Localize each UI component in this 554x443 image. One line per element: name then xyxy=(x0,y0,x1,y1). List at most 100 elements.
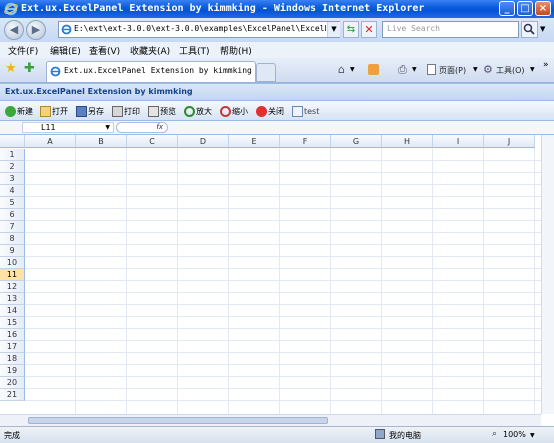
status-bar: 完成 我的电脑 ⌕ 100% ▼ xyxy=(0,426,554,443)
window-title: Ext.ux.ExcelPanel Extension by kimmking … xyxy=(21,3,425,14)
add-favorite-icon[interactable]: ✚ xyxy=(24,61,35,76)
forward-button[interactable]: ▶ xyxy=(26,20,46,40)
horizontal-scroll-thumb[interactable] xyxy=(28,417,328,424)
grid-row-line xyxy=(25,352,541,353)
formula-input[interactable]: fx xyxy=(116,122,168,133)
print-dropdown-icon[interactable]: ▼ xyxy=(412,66,417,73)
tab-excelpanel[interactable]: Ext.ux.ExcelPanel Extension by kimmking xyxy=(46,61,256,82)
new-icon xyxy=(5,105,16,117)
home-dropdown-icon[interactable]: ▼ xyxy=(350,66,355,73)
tab-row: ★ ✚ Ext.ux.ExcelPanel Extension by kimmk… xyxy=(0,58,554,83)
row-header[interactable]: 21 xyxy=(0,389,25,401)
favorites-star-icon[interactable]: ★ xyxy=(5,61,17,76)
tools-dropdown-icon[interactable]: ▼ xyxy=(530,66,535,73)
minimize-button[interactable]: _ xyxy=(499,1,515,16)
row-header[interactable]: 1 xyxy=(0,149,25,161)
row-header[interactable]: 4 xyxy=(0,185,25,197)
grid-row-line xyxy=(25,172,541,173)
row-header[interactable]: 12 xyxy=(0,281,25,293)
new-tab-button[interactable] xyxy=(256,63,276,82)
row-header[interactable]: 13 xyxy=(0,293,25,305)
row-header[interactable]: 9 xyxy=(0,245,25,257)
column-header[interactable]: J xyxy=(484,135,535,148)
row-header[interactable]: 10 xyxy=(0,257,25,269)
column-header[interactable]: B xyxy=(76,135,127,148)
row-header[interactable]: 14 xyxy=(0,305,25,317)
zoom-out-button[interactable]: 缩小 xyxy=(220,104,248,118)
tools-menu[interactable]: 工具(O) xyxy=(496,65,525,76)
search-button[interactable] xyxy=(521,21,538,38)
fx-icon: fx xyxy=(156,123,163,131)
back-button[interactable]: ◀ xyxy=(4,20,24,40)
row-header[interactable]: 20 xyxy=(0,377,25,389)
row-header[interactable]: 18 xyxy=(0,353,25,365)
close-panel-button[interactable]: 关闭 xyxy=(256,104,284,118)
address-field[interactable]: E:\ext\ext-3.0.0\ext-3.0.0\examples\Exce… xyxy=(58,21,340,38)
search-options-icon[interactable]: ▼ xyxy=(540,25,545,33)
row-header[interactable]: 17 xyxy=(0,341,25,353)
menu-favorites[interactable]: 收藏夹(A) xyxy=(130,44,170,57)
column-header[interactable]: C xyxy=(127,135,178,148)
row-header[interactable]: 16 xyxy=(0,329,25,341)
row-header[interactable]: 19 xyxy=(0,365,25,377)
menu-tools[interactable]: 工具(T) xyxy=(179,44,210,57)
page-dropdown-icon[interactable]: ▼ xyxy=(473,66,478,73)
menu-view[interactable]: 查看(V) xyxy=(89,44,120,57)
panel-header: Ext.ux.ExcelPanel Extension by kimmking xyxy=(0,83,554,101)
save-icon xyxy=(76,105,87,117)
menu-edit[interactable]: 编辑(E) xyxy=(50,44,81,57)
row-header[interactable]: 5 xyxy=(0,197,25,209)
close-label: 关闭 xyxy=(268,106,284,116)
open-button[interactable]: 打开 xyxy=(40,104,68,118)
column-header[interactable]: I xyxy=(433,135,484,148)
maximize-button[interactable]: □ xyxy=(517,1,533,16)
row-header[interactable]: 8 xyxy=(0,233,25,245)
row-header[interactable]: 2 xyxy=(0,161,25,173)
print-button[interactable]: 打印 xyxy=(112,104,140,118)
more-chevron-icon[interactable]: » xyxy=(543,60,549,70)
vertical-scrollbar[interactable] xyxy=(541,135,554,414)
row-header[interactable]: 3 xyxy=(0,173,25,185)
grid-column-line xyxy=(330,148,331,414)
window-icon xyxy=(292,105,303,117)
print-icon[interactable]: ⎙ xyxy=(398,63,407,77)
row-header[interactable]: 15 xyxy=(0,317,25,329)
feeds-icon[interactable] xyxy=(368,64,379,75)
zoom-dropdown-icon[interactable]: ▼ xyxy=(530,432,535,439)
save-as-button[interactable]: 另存 xyxy=(76,104,104,118)
select-all-corner[interactable] xyxy=(0,135,25,148)
home-icon[interactable]: ⌂ xyxy=(338,63,345,76)
grid-column-line xyxy=(432,148,433,414)
row-header[interactable]: 6 xyxy=(0,209,25,221)
row-header[interactable]: 11 xyxy=(0,269,25,281)
test-button[interactable]: test xyxy=(292,104,319,118)
column-header[interactable]: D xyxy=(178,135,229,148)
new-button[interactable]: 新建 xyxy=(5,104,33,118)
row-header[interactable]: 7 xyxy=(0,221,25,233)
menu-help[interactable]: 帮助(H) xyxy=(220,44,252,57)
column-header[interactable]: A xyxy=(25,135,76,148)
stop-icon[interactable]: ✕ xyxy=(361,21,377,38)
horizontal-scrollbar[interactable] xyxy=(0,414,541,426)
column-header[interactable]: E xyxy=(229,135,280,148)
grid-row-line xyxy=(25,208,541,209)
spreadsheet-grid[interactable]: ABCDEFGHIJ 1 2 3 4 5 6 7 8 9 10 11 12 13 14 15 16 17 18 19… xyxy=(0,135,541,414)
preview-button[interactable]: 预览 xyxy=(148,104,176,118)
close-button[interactable]: × xyxy=(535,1,551,16)
search-input[interactable]: Live Search xyxy=(382,21,519,38)
cell-ref-dropdown-icon[interactable]: ▼ xyxy=(105,123,110,133)
column-header[interactable]: G xyxy=(331,135,382,148)
address-dropdown-icon[interactable]: ▼ xyxy=(327,22,340,37)
menu-file[interactable]: 文件(F) xyxy=(8,44,38,57)
cell-reference-box[interactable]: L11 ▼ xyxy=(22,122,114,133)
grid-row-line xyxy=(25,388,541,389)
refresh-icon[interactable]: ⇆ xyxy=(343,21,359,38)
column-header[interactable]: H xyxy=(382,135,433,148)
page-menu[interactable]: 页面(P) xyxy=(439,65,466,76)
zoom-in-button[interactable]: 放大 xyxy=(184,104,212,118)
grid-column-line xyxy=(228,148,229,414)
zoom-level[interactable]: 100% xyxy=(503,430,526,439)
column-header[interactable]: F xyxy=(280,135,331,148)
grid-row-line xyxy=(25,400,541,401)
grid-column-line xyxy=(177,148,178,414)
